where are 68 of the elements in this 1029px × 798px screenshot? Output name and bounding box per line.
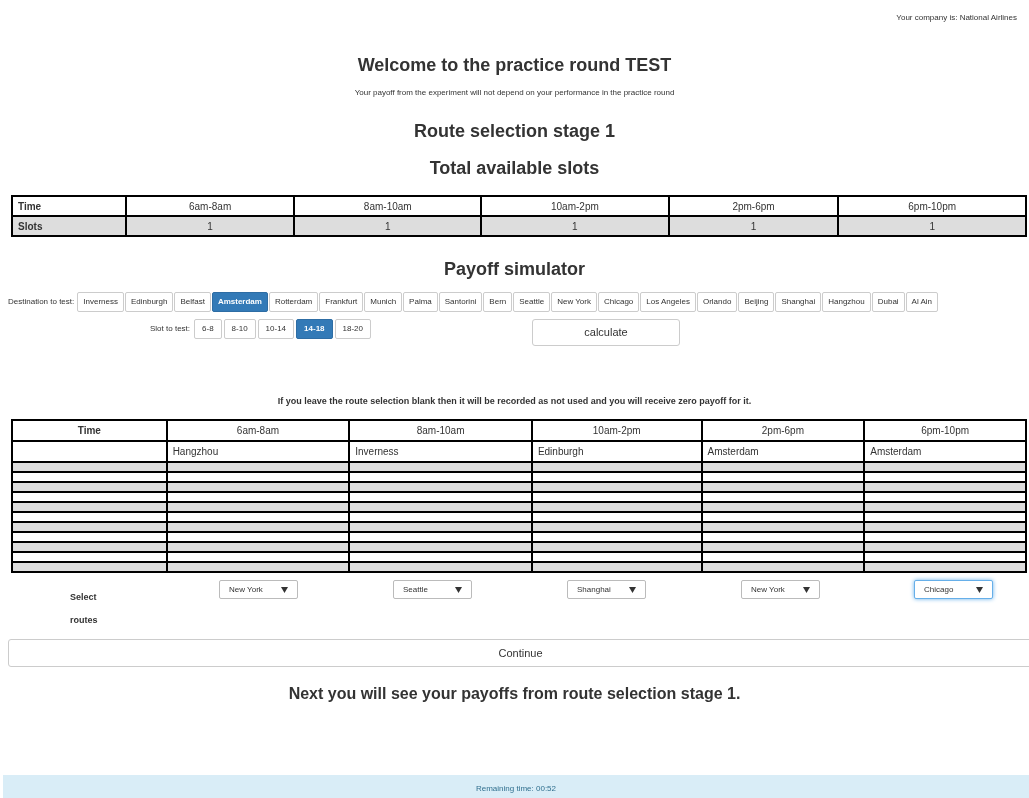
section-heading: Total available slots [429, 157, 600, 180]
destination-tab[interactable]: Orlando [696, 292, 738, 312]
table-header-cell: 8am-10am [349, 420, 532, 441]
caret-icon [803, 586, 810, 593]
destination-tab[interactable]: Beijing [738, 292, 775, 312]
route-dropdown[interactable]: New York [219, 580, 298, 599]
destination-tab[interactable]: Seattle [513, 292, 551, 312]
table-cell: 1 [668, 216, 839, 236]
caret-icon [281, 586, 288, 593]
slot-tab[interactable]: 8-10 [223, 319, 256, 339]
table-header-cell: 2pm-6pm [668, 196, 839, 216]
field-label: routes [70, 614, 99, 627]
warning-text: If you leave the route selection blank then it will be recorded as not used and you will receive zero payoff for it. [277, 395, 752, 407]
route-dropdown[interactable]: New York [741, 580, 820, 599]
subtitle: Your payoff from the experiment will not depend on your performance in the practice round [354, 87, 675, 99]
table-header-cell: 6pm-10pm [838, 196, 1026, 216]
next-note: Next you will see your payoffs from route selection stage 1. [288, 684, 741, 704]
field-label: Slot to test: [150, 323, 191, 335]
table-header-cell: 10am-2pm [531, 420, 702, 441]
slot-tab[interactable]: 14-18 [296, 319, 333, 339]
table-header-cell: 6pm-10pm [864, 420, 1026, 441]
destination-tab[interactable]: Bern [483, 292, 513, 312]
table-header-cell: 2pm-6pm [701, 420, 865, 441]
section-heading: Route selection stage 1 [413, 120, 616, 143]
continue-button[interactable]: Continue [8, 639, 1029, 667]
destination-tab[interactable]: Edinburgh [124, 292, 174, 312]
table-header-cell: 8am-10am [294, 196, 482, 216]
section-heading: Payoff simulator [444, 258, 585, 281]
destination-tab[interactable]: Chicago [597, 292, 640, 312]
field-label: Destination to test: [8, 296, 75, 308]
destination-tab[interactable]: Dubai [871, 292, 905, 312]
table-header-cell: Time [12, 420, 167, 441]
table-cell: 1 [838, 216, 1026, 236]
slot-tab[interactable]: 10-14 [257, 319, 295, 339]
route-dropdown[interactable]: Shanghai [567, 580, 646, 599]
table-header-cell: 6am-8am [166, 420, 350, 441]
table-cell: 1 [125, 216, 295, 236]
caret-icon [455, 586, 462, 593]
destination-tab[interactable]: Frankfurt [319, 292, 364, 312]
calculate-button[interactable]: calculate [532, 319, 680, 346]
table-cell: 1 [294, 216, 482, 236]
slot-tab[interactable]: 6-8 [194, 319, 222, 339]
route-dropdown[interactable]: Chicago [914, 580, 993, 599]
destination-tab[interactable]: Los Angeles [640, 292, 696, 312]
route-dropdown[interactable]: Seattle [393, 580, 472, 599]
destination-tab[interactable]: Munich [364, 292, 403, 312]
destination-tab[interactable]: Santorini [438, 292, 483, 312]
destination-tab[interactable]: Al Ain [905, 292, 939, 312]
table-header-cell: 10am-2pm [481, 196, 669, 216]
destination-tab[interactable]: Rotterdam [268, 292, 319, 312]
table-cell: Slots [12, 216, 126, 236]
destination-tab[interactable]: Hangzhou [822, 292, 871, 312]
table-header-cell: Time [12, 196, 126, 216]
destination-tab[interactable]: Palma [403, 292, 438, 312]
page-title: Welcome to the practice round TEST [357, 54, 672, 77]
slot-tab[interactable]: 18-20 [334, 319, 371, 339]
destination-tab[interactable]: Belfast [174, 292, 211, 312]
table-header-cell: 6am-8am [125, 196, 295, 216]
caret-icon [629, 586, 636, 593]
caret-icon [976, 586, 983, 593]
field-label: Select [70, 591, 98, 604]
remaining-time: Remaining time: 00:52 [475, 782, 556, 795]
company-note: Your company is: National Airlines [896, 12, 1017, 24]
destination-tab[interactable]: Inverness [77, 292, 124, 312]
destination-tab[interactable]: Shanghai [775, 292, 822, 312]
table-cell: 1 [481, 216, 669, 236]
destination-tab[interactable]: New York [551, 292, 597, 312]
destination-tab[interactable]: Amsterdam [211, 292, 268, 312]
